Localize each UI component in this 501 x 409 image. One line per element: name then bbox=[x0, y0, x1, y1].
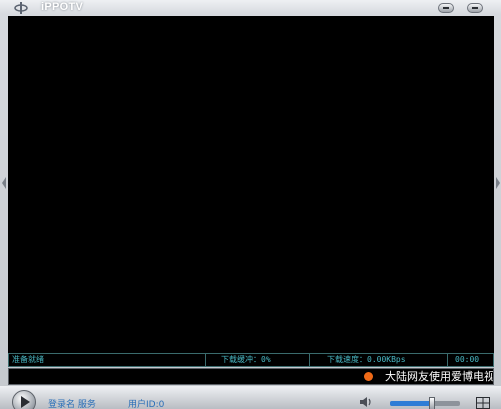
login-info: 登录名 服务 bbox=[48, 400, 96, 409]
video-display[interactable] bbox=[8, 16, 494, 353]
play-icon bbox=[21, 396, 30, 408]
status-speed: 下载速度：0.00KBps bbox=[327, 355, 406, 364]
title-bar[interactable]: iPPOTV bbox=[0, 0, 501, 17]
ippotv-logo-icon bbox=[14, 2, 28, 14]
grid-icon[interactable] bbox=[476, 397, 490, 409]
status-state: 准备就绪 bbox=[12, 355, 44, 364]
status-time: 00:00 bbox=[455, 355, 480, 364]
volume-area bbox=[340, 386, 501, 409]
status-divider bbox=[309, 354, 310, 366]
status-buffer: 下载缓冲：0% bbox=[221, 355, 271, 364]
speaker-icon[interactable] bbox=[360, 396, 374, 408]
volume-fill bbox=[390, 401, 432, 406]
close-button[interactable] bbox=[467, 3, 483, 13]
close-icon bbox=[472, 7, 478, 9]
minimize-icon bbox=[443, 7, 449, 9]
news-ticker[interactable]: 大陆网友使用爱博电视 bbox=[8, 368, 494, 385]
volume-slider[interactable] bbox=[390, 397, 460, 409]
expand-right-icon[interactable] bbox=[495, 176, 501, 190]
collapse-left-icon[interactable] bbox=[1, 176, 7, 190]
app-title: iPPOTV bbox=[41, 1, 84, 13]
minimize-button[interactable] bbox=[438, 3, 454, 13]
user-id-info: 用户ID:0 bbox=[128, 400, 165, 409]
ticker-message[interactable]: 大陆网友使用爱博电视 bbox=[385, 369, 493, 384]
ticker-bullet-icon bbox=[364, 372, 373, 381]
status-divider bbox=[447, 354, 448, 366]
player-window: iPPOTV 准备就绪 下载缓冲：0% 下载速度：0.00KBps 00:00 … bbox=[0, 0, 501, 409]
status-divider bbox=[205, 354, 206, 366]
status-bar: 准备就绪 下载缓冲：0% 下载速度：0.00KBps 00:00 bbox=[8, 353, 494, 367]
volume-thumb[interactable] bbox=[429, 397, 435, 409]
play-button[interactable] bbox=[12, 390, 36, 409]
